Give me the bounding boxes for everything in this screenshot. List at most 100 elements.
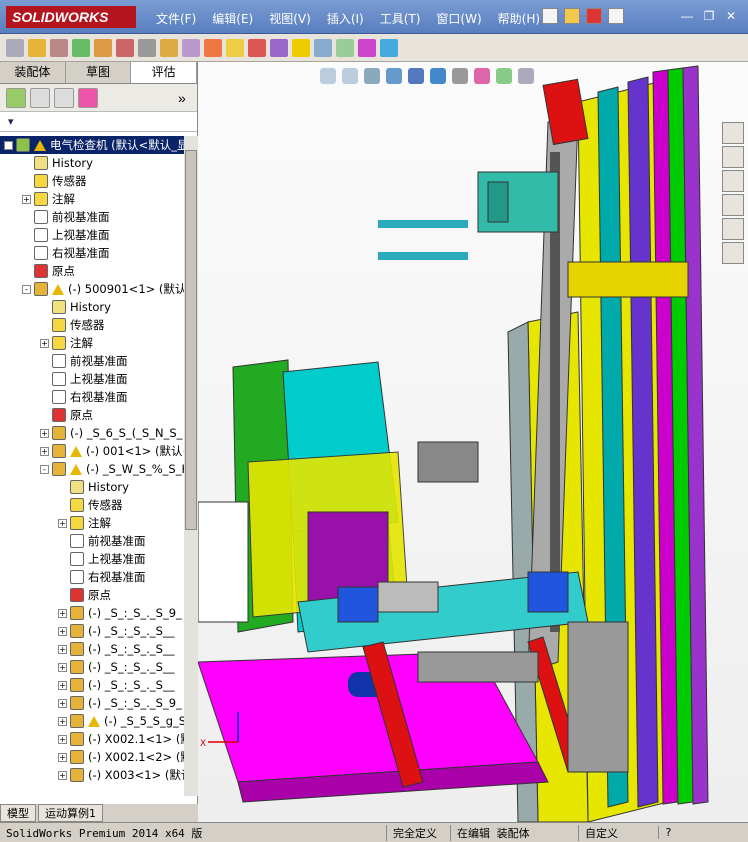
expand-icon[interactable]: +	[58, 752, 67, 762]
property-manager-icon[interactable]	[30, 87, 50, 108]
instant3d-icon[interactable]	[270, 38, 288, 57]
exploded-view-icon[interactable]	[248, 38, 266, 57]
tree-node[interactable]: + (-) X002.1<2> (默	[0, 748, 184, 766]
help-icon[interactable]	[608, 8, 624, 24]
smart-fasteners-icon[interactable]	[94, 38, 112, 57]
tree-node[interactable]: - (-) 500901<1> (默认<	[0, 280, 184, 298]
tree-node[interactable]: 上视基准面	[0, 370, 184, 388]
tree-node[interactable]: + (-) _S_6_S_(_S_N_S_	[0, 424, 184, 442]
file-explorer-icon[interactable]	[722, 170, 744, 192]
move-component-icon[interactable]	[116, 38, 134, 57]
expand-icon[interactable]: +	[40, 338, 49, 348]
tree-node[interactable]: 右视基准面	[0, 388, 184, 406]
expand-icon[interactable]: +	[58, 770, 67, 780]
interference-icon[interactable]	[314, 38, 332, 57]
tree-node[interactable]: 原点	[0, 406, 184, 424]
open-file-icon[interactable]	[564, 8, 580, 24]
tree-node[interactable]: + (-) _S_:_S_._S__	[0, 622, 184, 640]
menu-item-5[interactable]: 窗口(W)	[428, 10, 489, 27]
custom-properties-icon[interactable]	[722, 242, 744, 264]
design-library-icon[interactable]	[722, 146, 744, 168]
expand-icon[interactable]: +	[58, 518, 67, 528]
display-manager-icon[interactable]	[78, 87, 98, 108]
tree-node[interactable]: 右视基准面	[0, 244, 184, 262]
appearances-scenes-icon[interactable]	[722, 218, 744, 240]
bottom-tab-0[interactable]: 模型	[0, 804, 36, 822]
tree-node[interactable]: 右视基准面	[0, 568, 184, 586]
bill-of-materials-icon[interactable]	[226, 38, 244, 57]
tree-scrollbar[interactable]	[184, 136, 198, 796]
minimize-icon[interactable]: —	[678, 8, 696, 24]
status-units[interactable]: 自定义	[578, 824, 658, 841]
expand-icon[interactable]: +	[40, 446, 49, 456]
tree-node[interactable]: + (-) _S_:_S_._S__	[0, 640, 184, 658]
menu-item-1[interactable]: 编辑(E)	[204, 10, 261, 27]
tree-node[interactable]: History	[0, 154, 184, 172]
reference-geometry-icon[interactable]	[182, 38, 200, 57]
expand-icon[interactable]: +	[58, 662, 67, 672]
expand-icon[interactable]: +	[58, 608, 67, 618]
menu-item-4[interactable]: 工具(T)	[372, 10, 429, 27]
linear-pattern-icon[interactable]	[72, 38, 90, 57]
tree-node[interactable]: 传感器	[0, 316, 184, 334]
view-palette-icon[interactable]	[722, 194, 744, 216]
solidworks-logo[interactable]: SOLIDWORKS	[6, 6, 136, 28]
menu-item-0[interactable]: 文件(F)	[148, 10, 204, 27]
expand-icon[interactable]: +	[58, 626, 67, 636]
rebuild-icon[interactable]	[586, 8, 602, 24]
mate-icon[interactable]	[50, 38, 68, 57]
tree-node[interactable]: 传感器	[0, 172, 184, 190]
collapse-icon[interactable]: -	[40, 464, 49, 474]
tree-node[interactable]: + (-) X002.1<1> (默	[0, 730, 184, 748]
close-icon[interactable]: ✕	[722, 8, 740, 24]
tree-node[interactable]: - 电气检查机 (默认<默认_显	[0, 136, 184, 154]
bottom-tab-1[interactable]: 运动算例1	[38, 804, 103, 822]
collapse-icon[interactable]: -	[4, 140, 13, 150]
tree-node[interactable]: + (-) _S_5_S_g_S	[0, 712, 184, 730]
menu-item-3[interactable]: 插入(I)	[319, 10, 372, 27]
tab-2[interactable]: 评估	[131, 62, 198, 83]
tree-node[interactable]: + 注解	[0, 514, 184, 532]
expand-icon[interactable]: +	[40, 428, 49, 438]
expand-icon[interactable]: +	[58, 734, 67, 744]
insert-component-icon[interactable]	[28, 38, 46, 57]
tree-node[interactable]: 上视基准面	[0, 226, 184, 244]
tree-node[interactable]: + (-) _S_:_S_._S__	[0, 676, 184, 694]
expand-icon[interactable]: +	[22, 194, 31, 204]
tree-node[interactable]: 前视基准面	[0, 208, 184, 226]
status-help-icon[interactable]: ?	[658, 826, 718, 839]
expand-panel-icon[interactable]: »	[178, 90, 186, 106]
tree-node[interactable]: 原点	[0, 262, 184, 280]
expand-icon[interactable]: +	[58, 716, 67, 726]
tree-filter-input[interactable]: ▾	[0, 112, 197, 132]
check-icon[interactable]	[336, 38, 354, 57]
warning-icon[interactable]	[292, 38, 310, 57]
tree-node[interactable]: 传感器	[0, 496, 184, 514]
tree-node[interactable]: - (-) _S_W_S_%_S_H_	[0, 460, 184, 478]
tree-node[interactable]: + (-) _S_:_S_._S__	[0, 658, 184, 676]
new-file-icon[interactable]	[542, 8, 558, 24]
tree-node[interactable]: + 注解	[0, 190, 184, 208]
tree-node[interactable]: + (-) 001<1> (默认<	[0, 442, 184, 460]
tree-node[interactable]: 原点	[0, 586, 184, 604]
collapse-icon[interactable]: -	[22, 284, 31, 294]
tree-node[interactable]: + 注解	[0, 334, 184, 352]
tab-0[interactable]: 装配体	[0, 62, 66, 83]
tree-node[interactable]: + (-) _S_:_S_._S_9_	[0, 604, 184, 622]
scrollbar-thumb[interactable]	[185, 150, 197, 530]
tab-1[interactable]: 草图	[65, 62, 132, 83]
solidworks-resources-icon[interactable]	[722, 122, 744, 144]
tree-node[interactable]: 前视基准面	[0, 532, 184, 550]
tool-icon[interactable]	[6, 38, 24, 57]
expand-icon[interactable]: +	[58, 680, 67, 690]
restore-icon[interactable]: ❐	[700, 8, 718, 24]
feature-manager-icon[interactable]	[6, 87, 26, 108]
assembly-features-icon[interactable]	[160, 38, 178, 57]
tree-node[interactable]: + (-) X003<1> (默认	[0, 766, 184, 784]
tree-node[interactable]: 前视基准面	[0, 352, 184, 370]
tree-node[interactable]: 上视基准面	[0, 550, 184, 568]
configuration-manager-icon[interactable]	[54, 87, 74, 108]
new-motion-study-icon[interactable]	[204, 38, 222, 57]
assembly-model[interactable]: X	[198, 62, 748, 822]
appearance-icon[interactable]	[380, 38, 398, 57]
